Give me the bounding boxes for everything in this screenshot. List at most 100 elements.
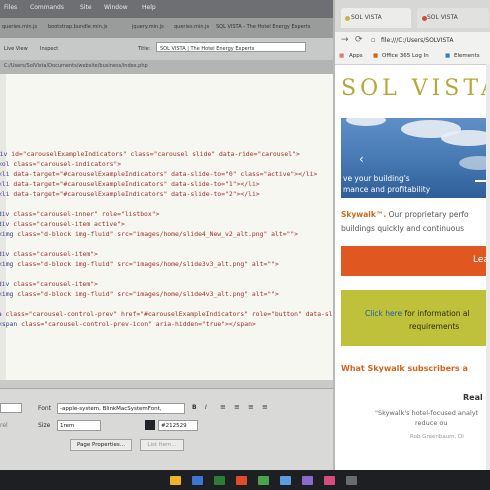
app-icon[interactable] <box>346 476 357 485</box>
browser-window: SOL VISTA SOL VISTA → ⟳ ▫ file:///C:/Use… <box>333 0 490 470</box>
info-text: requirements <box>409 322 460 331</box>
menu-item-site[interactable]: Site <box>80 4 92 11</box>
browser-tab[interactable]: SOL VISTA <box>341 8 411 28</box>
code-line[interactable]: <img class="d-block img-fluid" src="imag… <box>0 230 298 238</box>
forward-icon[interactable]: → <box>341 35 349 45</box>
align-center-icon[interactable]: ≡ <box>234 403 240 411</box>
click-here-link[interactable]: Click here <box>365 309 402 318</box>
code-line[interactable]: <li data-target="#carouselExampleIndicat… <box>0 180 260 188</box>
quote-line: reduce ou <box>415 419 448 427</box>
skywalk-text: Our proprietary perfo <box>386 210 469 219</box>
skywalk-brand: Skywalk™. <box>341 210 387 219</box>
properties-panel: Font -apple-system, BlinkMacSystemFont, … <box>0 388 333 471</box>
related-file-tab[interactable]: queries.min.js <box>2 24 37 30</box>
app-icon[interactable] <box>302 476 313 485</box>
code-line[interactable]: <li data-target="#carouselExampleIndicat… <box>0 190 260 198</box>
live-view-button[interactable]: Live View <box>4 46 28 52</box>
app-icon[interactable] <box>324 476 335 485</box>
browser-tab[interactable]: SOL VISTA <box>417 8 489 28</box>
size-label: Size <box>38 422 51 429</box>
title-input[interactable]: SOL VISTA | The Hotel Energy Experts <box>156 42 306 52</box>
chrome-icon[interactable] <box>280 476 291 485</box>
file-path-bar: C:/Users/SolVista/Documents/website/busi… <box>0 60 333 74</box>
list-item-button[interactable]: List Item... <box>140 439 184 451</box>
info-text: for information al <box>402 309 470 318</box>
favicon-icon <box>345 16 350 21</box>
bookmark-elements[interactable]: Elements <box>454 53 480 59</box>
related-file-tab[interactable]: queries.min.js <box>174 24 209 30</box>
code-attributes: class="d-block img-fluid" src="images/ho… <box>13 290 279 298</box>
code-line[interactable]: <div class="carousel-item"> <box>0 280 98 288</box>
code-line[interactable]: <li data-target="#carouselExampleIndicat… <box>0 170 317 178</box>
code-editor-window: Files Commands Site Window Help queries.… <box>0 0 333 490</box>
info-banner-text: Click here for information al requiremen… <box>365 307 470 333</box>
related-file-tab[interactable]: jquery.min.js <box>132 24 164 30</box>
code-tag: <div <box>0 250 10 258</box>
hero-caption-line: mance and profitability <box>343 185 431 194</box>
code-line[interactable]: <ol class="carousel-indicators"> <box>0 160 121 168</box>
file-icon: ▫ <box>371 36 376 44</box>
code-line[interactable]: <img class="d-block img-fluid" src="imag… <box>0 290 279 298</box>
reload-icon[interactable]: ⟳ <box>355 35 363 45</box>
align-right-icon[interactable]: ≡ <box>248 403 254 411</box>
menu-item-commands[interactable]: Commands <box>30 4 64 11</box>
code-tag: <img <box>0 230 14 238</box>
italic-button[interactable]: I <box>205 404 207 411</box>
bold-button[interactable]: B <box>192 404 197 411</box>
code-tag: <li <box>0 170 10 178</box>
align-justify-icon[interactable]: ≡ <box>262 403 268 411</box>
code-line[interactable]: <img class="d-block img-fluid" src="imag… <box>0 260 279 268</box>
code-line[interactable]: <div class="carousel-item active"> <box>0 220 125 228</box>
align-left-icon[interactable]: ≡ <box>220 403 226 411</box>
title-label: Title: <box>138 46 151 52</box>
learn-more-button[interactable]: Lea <box>341 246 490 276</box>
excel-icon[interactable] <box>214 476 225 485</box>
code-line[interactable]: <div id="carouselExampleIndicators" clas… <box>0 150 300 158</box>
format-select[interactable] <box>0 403 22 413</box>
sol-vista-logo[interactable]: SOL VISTA <box>341 76 490 101</box>
code-line[interactable]: <div class="carousel-inner" role="listbo… <box>0 210 159 218</box>
page-properties-button[interactable]: Page Properties... <box>70 439 132 451</box>
browser-scrollbar[interactable] <box>486 64 490 470</box>
code-tag: <li <box>0 190 10 198</box>
dreamweaver-icon[interactable] <box>258 476 269 485</box>
color-value-input[interactable]: #212529 <box>158 420 198 431</box>
color-swatch[interactable] <box>145 420 155 430</box>
powerpoint-icon[interactable] <box>236 476 247 485</box>
code-attributes: class="d-block img-fluid" src="images/ho… <box>13 260 279 268</box>
horizontal-scrollbar[interactable] <box>0 380 333 388</box>
document-title-tab[interactable]: SQL VISTA - The Hotel Energy Experts <box>216 24 310 30</box>
code-line[interactable]: <a class="carousel-control-prev" href="#… <box>0 310 333 318</box>
favicon-icon <box>422 16 427 21</box>
skywalk-text: buildings quickly and continuous <box>341 224 465 233</box>
code-attributes: data-target="#carouselExampleIndicators"… <box>9 180 260 188</box>
apps-icon[interactable]: ▦ <box>339 53 344 59</box>
address-input[interactable]: file:///C:/Users/SOLVISTA <box>381 37 453 44</box>
edge-icon[interactable] <box>192 476 203 485</box>
inspect-button[interactable]: Inspect <box>40 46 58 52</box>
code-line[interactable]: <span class="carousel-control-prev-icon"… <box>0 320 256 328</box>
file-explorer-icon[interactable] <box>170 476 181 485</box>
code-line[interactable]: <div class="carousel-item"> <box>0 250 98 258</box>
hero-caption-line: ve your building's <box>343 174 410 183</box>
code-attributes: data-target="#carouselExampleIndicators"… <box>9 170 318 178</box>
browser-tab-bar: SOL VISTA SOL VISTA <box>335 0 490 32</box>
hero-caption: ve your building's mance and profitabili… <box>343 173 430 195</box>
code-tag: <li <box>0 180 10 188</box>
menu-item-help[interactable]: Help <box>142 4 156 11</box>
font-select[interactable]: -apple-system, BlinkMacSystemFont, <box>57 403 185 414</box>
office-icon: ■ <box>373 53 379 59</box>
related-file-tab[interactable]: bootstrap.bundle.min.js <box>48 24 107 30</box>
code-attributes: class="d-block img-fluid" src="images/ho… <box>13 230 299 238</box>
bookmark-office[interactable]: Office 365 Log In <box>382 53 429 59</box>
bookmark-apps[interactable]: Apps <box>349 53 363 59</box>
hero-carousel[interactable]: ‹ ve your building's mance and profitabi… <box>341 118 490 198</box>
menu-item-files[interactable]: Files <box>4 4 17 11</box>
code-tag: <ol <box>0 160 10 168</box>
menu-item-window[interactable]: Window <box>104 4 128 11</box>
carousel-prev-icon[interactable]: ‹ <box>359 152 364 166</box>
code-attributes: class="carousel-indicators"> <box>9 160 122 168</box>
cloud-shape <box>441 130 490 146</box>
code-attributes: class="carousel-inner" role="listbox"> <box>9 210 160 218</box>
size-select[interactable]: 1rem <box>57 420 101 431</box>
